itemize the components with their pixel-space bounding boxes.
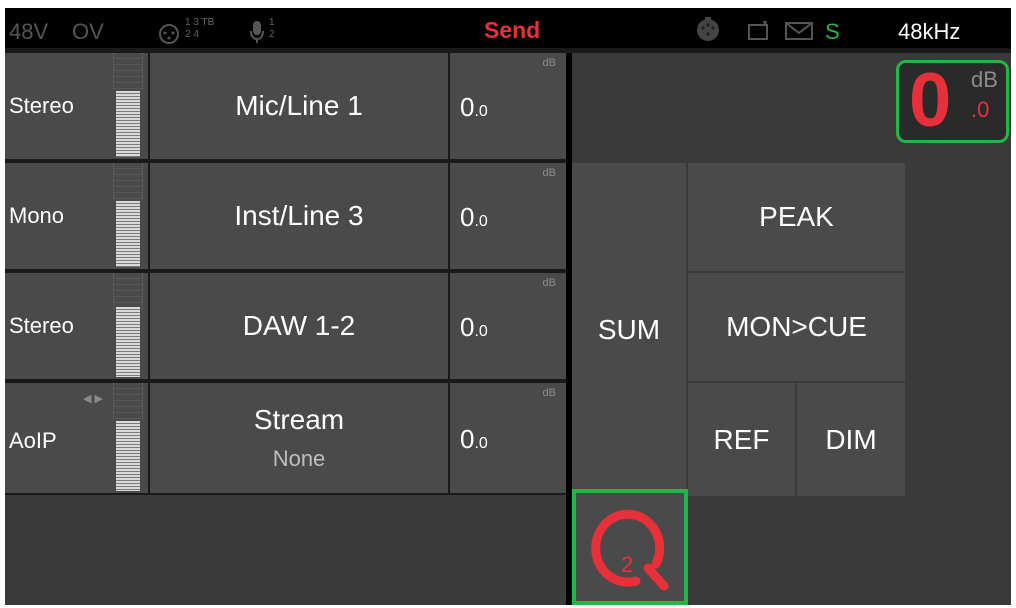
channel-name-label: DAW 1-2 [242, 310, 356, 341]
sync-status-label: S [825, 19, 840, 44]
gain-unit-label: dB [542, 57, 556, 69]
channel-level-meter [113, 163, 143, 269]
recording-icon [748, 20, 772, 45]
monitor-level-display[interactable]: 0 dB .0 [896, 58, 1009, 143]
cue-number: 2 [621, 552, 634, 577]
gain-unit-label: dB [542, 167, 556, 179]
microphone-icon [249, 20, 265, 49]
gain-unit-label: dB [542, 277, 556, 289]
peak-button[interactable]: PEAK [688, 163, 905, 271]
channel-name-label: Inst/Line 3 [234, 200, 364, 231]
mode-label: Send [484, 17, 541, 43]
gain-value: 0.0 [460, 312, 488, 342]
channel-row: Mono Inst/Line 3 dB 0.0 [5, 163, 566, 269]
channel-gain-cell[interactable]: dB 0.0 [450, 163, 566, 269]
channel-row: Stereo DAW 1-2 dB 0.0 [5, 273, 566, 379]
sample-rate-label: 48kHz [898, 19, 961, 44]
channel-source-label: None [272, 446, 326, 471]
peak-label: PEAK [759, 201, 834, 232]
channel-type-cell[interactable]: AoIP ◀ ▶ [5, 383, 148, 493]
channel-type-cell[interactable]: Stereo [5, 53, 148, 159]
dim-label: DIM [825, 423, 877, 455]
channel-name-button[interactable]: Mic/Line 1 [150, 53, 448, 159]
mail-icon [785, 22, 813, 45]
channel-row: Stereo Mic/Line 1 dB 0.0 [5, 53, 566, 159]
mic-channels-top: 1 [269, 17, 275, 28]
dim-button[interactable]: DIM [797, 383, 905, 496]
cue-select-button[interactable]: 2 [572, 489, 688, 605]
input-channels-bottom: 2 4 [185, 29, 199, 40]
channel-level-meter [113, 383, 143, 493]
channel-type-label: Stereo [9, 93, 74, 118]
sum-button[interactable]: SUM [572, 163, 686, 496]
mon-cue-button[interactable]: MON>CUE [688, 273, 905, 381]
gain-unit-label: dB [542, 387, 556, 399]
gain-value: 0.0 [460, 424, 488, 454]
mon-cue-label: MON>CUE [726, 311, 867, 342]
channel-type-cell[interactable]: Mono [5, 163, 148, 269]
ref-label: REF [713, 423, 770, 455]
channel-gain-cell[interactable]: dB 0.0 [450, 383, 566, 493]
monitor-level-decimal: .0 [971, 97, 990, 122]
channel-type-cell[interactable]: Stereo [5, 273, 148, 379]
q-cue-icon: 2 [590, 502, 670, 592]
monitor-level-unit: dB [971, 67, 998, 92]
monitor-level-integer: 0 [909, 58, 952, 143]
channel-name-label: Mic/Line 1 [235, 90, 363, 121]
monitor-panel: 0 dB .0 SUM PEAK MON>CUE REF DIM 2 [572, 53, 1011, 605]
channel-type-label: AoIP [9, 428, 57, 453]
channel-name-label: Stream [253, 404, 345, 435]
phantom-power-indicator: 48V [9, 19, 49, 44]
channel-type-label: Stereo [9, 313, 74, 338]
sum-label: SUM [597, 313, 661, 345]
input-channels-top: 1 3 TB [185, 17, 215, 28]
ref-button[interactable]: REF [688, 383, 795, 496]
overload-indicator: OV [72, 19, 104, 44]
gain-value: 0.0 [460, 202, 488, 232]
input-jack-icon [158, 23, 180, 50]
gain-value: 0.0 [460, 92, 488, 122]
mic-channels-bottom: 2 [269, 29, 275, 40]
channel-name-button[interactable]: Inst/Line 3 [150, 163, 448, 269]
channel-name-button[interactable]: Stream None [150, 383, 448, 493]
channel-row: AoIP ◀ ▶ Stream None dB 0.0 [5, 383, 566, 493]
channel-level-meter [113, 53, 143, 159]
channel-gain-cell[interactable]: dB 0.0 [450, 273, 566, 379]
pan-arrows-icon: ◀ ▶ [83, 393, 103, 405]
bottom-strip [5, 495, 566, 605]
channel-type-label: Mono [9, 203, 65, 228]
device-screen: 48V OV 1 3 TB 2 4 1 2 Send S 48kHz Stere… [5, 8, 1011, 605]
channel-name-button[interactable]: DAW 1-2 [150, 273, 448, 379]
channel-level-meter [113, 273, 143, 379]
channel-gain-cell[interactable]: dB 0.0 [450, 53, 566, 159]
midi-icon [695, 17, 721, 48]
status-bar: 48V OV 1 3 TB 2 4 1 2 Send S 48kHz [5, 8, 1011, 48]
